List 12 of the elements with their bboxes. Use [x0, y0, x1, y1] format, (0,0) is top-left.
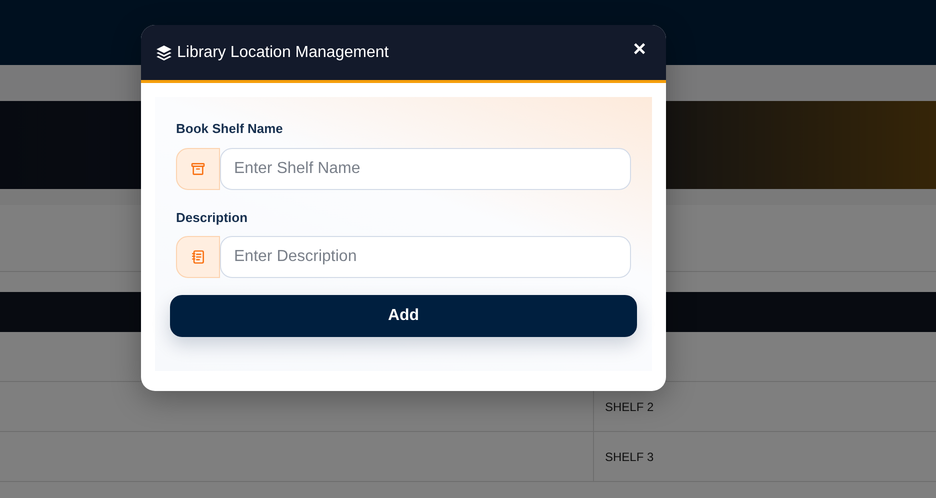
add-button[interactable]: Add [170, 295, 637, 337]
layers-icon [155, 44, 173, 62]
text-input[interactable]: Enter Description [220, 236, 631, 278]
close-button[interactable]: × [627, 38, 652, 60]
table-cell-text: SHELF 3 [604, 448, 654, 466]
field-label: Book Shelf Name [176, 120, 284, 138]
text-input[interactable]: Enter Shelf Name [220, 148, 631, 190]
field-label: Description [176, 208, 249, 227]
notebook-icon [190, 249, 206, 265]
modal-title: Library Location Management [177, 42, 389, 62]
archive-icon [190, 160, 206, 176]
table-cell-text: SHELF 2 [604, 398, 654, 416]
